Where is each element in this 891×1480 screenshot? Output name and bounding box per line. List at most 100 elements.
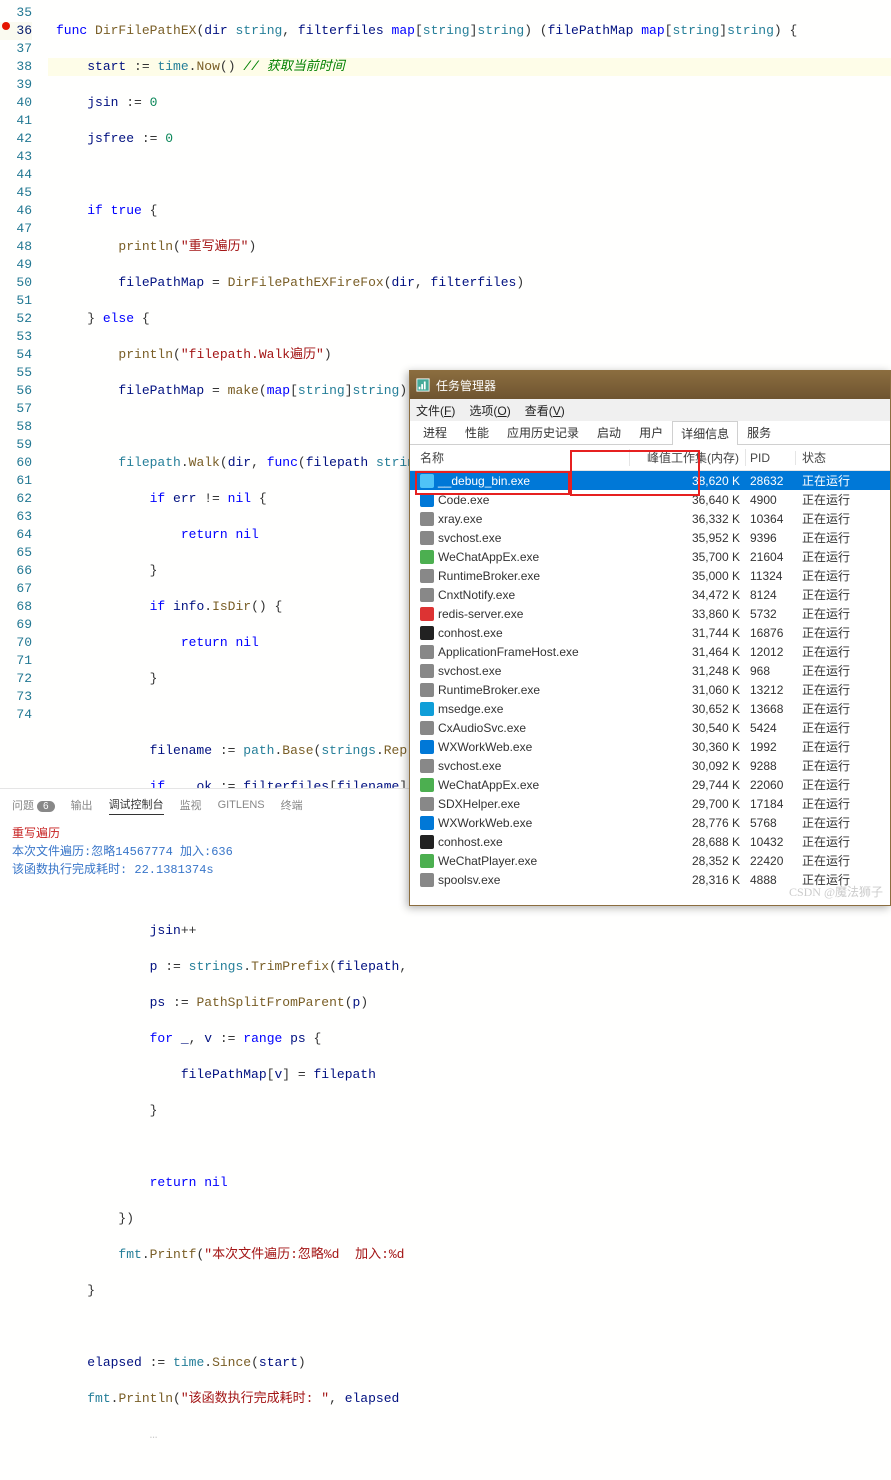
process-status: 正在运行 <box>796 662 890 679</box>
process-mem: 30,092 K <box>630 759 746 773</box>
tab[interactable]: 启动 <box>588 420 630 444</box>
table-row[interactable]: WeChatAppEx.exe29,744 K22060正在运行 <box>410 775 890 794</box>
process-name: WXWorkWeb.exe <box>438 816 532 830</box>
process-mem: 29,700 K <box>630 797 746 811</box>
process-status: 正在运行 <box>796 738 890 755</box>
process-icon <box>420 512 434 526</box>
process-mem: 28,316 K <box>630 873 746 887</box>
process-icon <box>420 835 434 849</box>
process-mem: 31,248 K <box>630 664 746 678</box>
process-pid: 5424 <box>746 721 796 735</box>
process-name: xray.exe <box>438 512 482 526</box>
process-icon <box>420 740 434 754</box>
table-row[interactable]: svchost.exe31,248 K968正在运行 <box>410 661 890 680</box>
process-status: 正在运行 <box>796 624 890 641</box>
process-table[interactable]: 名称 峰值工作集(内存) PID 状态 __debug_bin.exe38,62… <box>410 445 890 905</box>
process-pid: 10432 <box>746 835 796 849</box>
col-pid[interactable]: PID <box>746 451 796 465</box>
menu-item[interactable]: 文件(F) <box>416 402 455 419</box>
table-row[interactable]: SDXHelper.exe29,700 K17184正在运行 <box>410 794 890 813</box>
process-icon <box>420 816 434 830</box>
process-icon <box>420 702 434 716</box>
table-row[interactable]: conhost.exe31,744 K16876正在运行 <box>410 623 890 642</box>
window-title: 任务管理器 <box>436 377 496 394</box>
tab[interactable]: 性能 <box>456 420 498 444</box>
tab[interactable]: 应用历史记录 <box>498 420 588 444</box>
table-row[interactable]: WeChatPlayer.exe28,352 K22420正在运行 <box>410 851 890 870</box>
process-pid: 22060 <box>746 778 796 792</box>
panel-tab[interactable]: GITLENS <box>218 799 265 811</box>
tab[interactable]: 服务 <box>738 420 780 444</box>
process-pid: 10364 <box>746 512 796 526</box>
table-row[interactable]: __debug_bin.exe38,620 K28632正在运行 <box>410 471 890 490</box>
process-mem: 30,360 K <box>630 740 746 754</box>
process-status: 正在运行 <box>796 852 890 869</box>
table-row[interactable]: CxAudioSvc.exe30,540 K5424正在运行 <box>410 718 890 737</box>
process-mem: 36,332 K <box>630 512 746 526</box>
process-status: 正在运行 <box>796 833 890 850</box>
process-name: __debug_bin.exe <box>438 474 530 488</box>
table-row[interactable]: conhost.exe 28,688 K10432正在运行 <box>410 832 890 851</box>
process-status: 正在运行 <box>796 681 890 698</box>
comment: // 获取当前时间 <box>243 59 344 74</box>
process-name: WXWorkWeb.exe <box>438 740 532 754</box>
process-pid: 1992 <box>746 740 796 754</box>
process-pid: 17184 <box>746 797 796 811</box>
process-status: 正在运行 <box>796 700 890 717</box>
tab[interactable]: 进程 <box>414 420 456 444</box>
panel-tab[interactable]: 终端 <box>281 797 303 813</box>
table-row[interactable]: msedge.exe30,652 K13668正在运行 <box>410 699 890 718</box>
table-row[interactable]: WXWorkWeb.exe28,776 K5768正在运行 <box>410 813 890 832</box>
table-row[interactable]: xray.exe36,332 K10364正在运行 <box>410 509 890 528</box>
process-pid: 28632 <box>746 474 796 488</box>
table-row[interactable]: Code.exe36,640 K4900正在运行 <box>410 490 890 509</box>
table-header[interactable]: 名称 峰值工作集(内存) PID 状态 <box>410 445 890 471</box>
table-row[interactable]: RuntimeBroker.exe35,000 K11324正在运行 <box>410 566 890 585</box>
process-pid: 22420 <box>746 854 796 868</box>
table-row[interactable]: svchost.exe30,092 K9288正在运行 <box>410 756 890 775</box>
panel-tab[interactable]: 问题6 <box>12 797 55 813</box>
table-row[interactable]: WeChatAppEx.exe35,700 K21604正在运行 <box>410 547 890 566</box>
titlebar[interactable]: 任务管理器 <box>410 371 890 399</box>
process-mem: 35,952 K <box>630 531 746 545</box>
menu-item[interactable]: 查看(V) <box>525 402 565 419</box>
process-mem: 30,652 K <box>630 702 746 716</box>
table-row[interactable]: ApplicationFrameHost.exe31,464 K12012正在运… <box>410 642 890 661</box>
process-pid: 968 <box>746 664 796 678</box>
col-peak-ws[interactable]: 峰值工作集(内存) <box>630 449 746 466</box>
task-manager-window[interactable]: 任务管理器 文件(F) 选项(O) 查看(V) 进程性能应用历史记录启动用户详细信息… <box>409 370 891 906</box>
process-icon <box>420 721 434 735</box>
process-name: RuntimeBroker.exe <box>438 683 540 697</box>
table-row[interactable]: RuntimeBroker.exe31,060 K13212正在运行 <box>410 680 890 699</box>
process-name: redis-server.exe <box>438 607 523 621</box>
process-name: RuntimeBroker.exe <box>438 569 540 583</box>
process-pid: 4900 <box>746 493 796 507</box>
process-pid: 5768 <box>746 816 796 830</box>
table-row[interactable]: svchost.exe35,952 K9396正在运行 <box>410 528 890 547</box>
process-icon <box>420 493 434 507</box>
table-row[interactable]: CnxtNotify.exe34,472 K8124正在运行 <box>410 585 890 604</box>
process-name: conhost.exe <box>438 835 503 849</box>
process-name: conhost.exe <box>438 626 503 640</box>
process-icon <box>420 873 434 887</box>
tab[interactable]: 用户 <box>630 420 672 444</box>
table-row[interactable]: WXWorkWeb.exe 30,360 K1992正在运行 <box>410 737 890 756</box>
process-status: 正在运行 <box>796 472 890 489</box>
line-gutter: 3536373839404142434445464748495051525354… <box>0 0 48 780</box>
table-row[interactable]: redis-server.exe33,860 K5732正在运行 <box>410 604 890 623</box>
process-status: 正在运行 <box>796 491 890 508</box>
tab[interactable]: 详细信息 <box>672 421 738 445</box>
panel-tab[interactable]: 输出 <box>71 797 93 813</box>
menubar[interactable]: 文件(F) 选项(O) 查看(V) <box>410 399 890 421</box>
process-status: 正在运行 <box>796 776 890 793</box>
panel-tab[interactable]: 监视 <box>180 797 202 813</box>
col-name[interactable]: 名称 <box>410 449 630 466</box>
panel-tab[interactable]: 调试控制台 <box>109 796 164 815</box>
tab-strip[interactable]: 进程性能应用历史记录启动用户详细信息服务 <box>410 421 890 445</box>
col-status[interactable]: 状态 <box>796 449 890 466</box>
menu-item[interactable]: 选项(O) <box>469 402 510 419</box>
process-icon <box>420 797 434 811</box>
process-name: svchost.exe <box>438 531 501 545</box>
process-mem: 28,688 K <box>630 835 746 849</box>
breakpoint-icon[interactable] <box>2 22 10 30</box>
